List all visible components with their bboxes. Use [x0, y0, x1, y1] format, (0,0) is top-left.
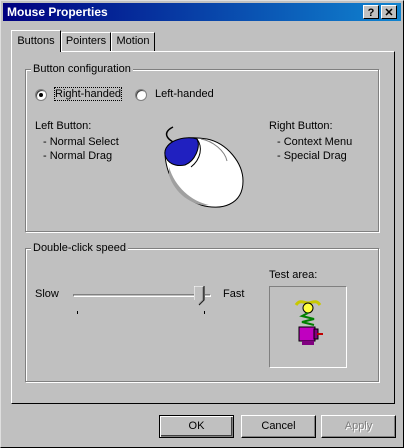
slow-label: Slow [35, 288, 59, 300]
double-click-speed-slider-thumb[interactable] [193, 286, 205, 306]
tab-pointers[interactable]: Pointers [61, 32, 111, 51]
ok-button-label: OK [188, 420, 205, 432]
test-area[interactable] [269, 286, 347, 368]
left-button-action-2: - Normal Drag [43, 150, 113, 162]
right-handed-radio[interactable] [35, 89, 47, 101]
slider-tick-min [77, 311, 78, 314]
left-button-title: Left Button: [35, 120, 92, 132]
help-button[interactable]: ? [363, 5, 379, 19]
mouse-illustration-icon [164, 126, 244, 208]
tab-pointers-label: Pointers [65, 35, 107, 47]
apply-button: Apply [321, 415, 396, 438]
close-button[interactable]: ✕ [381, 5, 397, 19]
radio-selected-dot [39, 93, 43, 97]
ok-button[interactable]: OK [159, 415, 234, 438]
apply-button-label: Apply [344, 420, 373, 432]
tab-motion[interactable]: Motion [111, 32, 155, 51]
mouse-properties-window: Mouse Properties ? ✕ Buttons Pointers Mo… [0, 0, 404, 448]
left-handed-label[interactable]: Left-handed [155, 88, 214, 100]
cancel-button[interactable]: Cancel [241, 415, 316, 438]
tab-buttons[interactable]: Buttons [11, 30, 61, 52]
left-button-action-1: - Normal Select [43, 136, 119, 148]
right-handed-label[interactable]: Right-handed [53, 87, 123, 101]
right-button-action-1: - Context Menu [277, 136, 353, 148]
fast-label: Fast [223, 288, 245, 300]
tab-buttons-label: Buttons [17, 35, 55, 47]
button-configuration-title: Button configuration [31, 63, 133, 75]
window-title: Mouse Properties [7, 5, 108, 19]
slider-tick-max [204, 311, 205, 314]
jack-in-the-box-icon [294, 300, 323, 345]
test-area-label: Test area: [269, 269, 318, 281]
left-handed-radio[interactable] [135, 89, 147, 101]
right-button-action-2: - Special Drag [277, 150, 347, 162]
cancel-button-label: Cancel [261, 420, 296, 432]
right-button-title: Right Button: [269, 120, 333, 132]
double-click-speed-title: Double-click speed [31, 242, 128, 254]
double-click-speed-track[interactable] [73, 294, 211, 297]
title-bar[interactable]: Mouse Properties ? ✕ [3, 3, 401, 21]
tab-motion-label: Motion [116, 35, 150, 47]
